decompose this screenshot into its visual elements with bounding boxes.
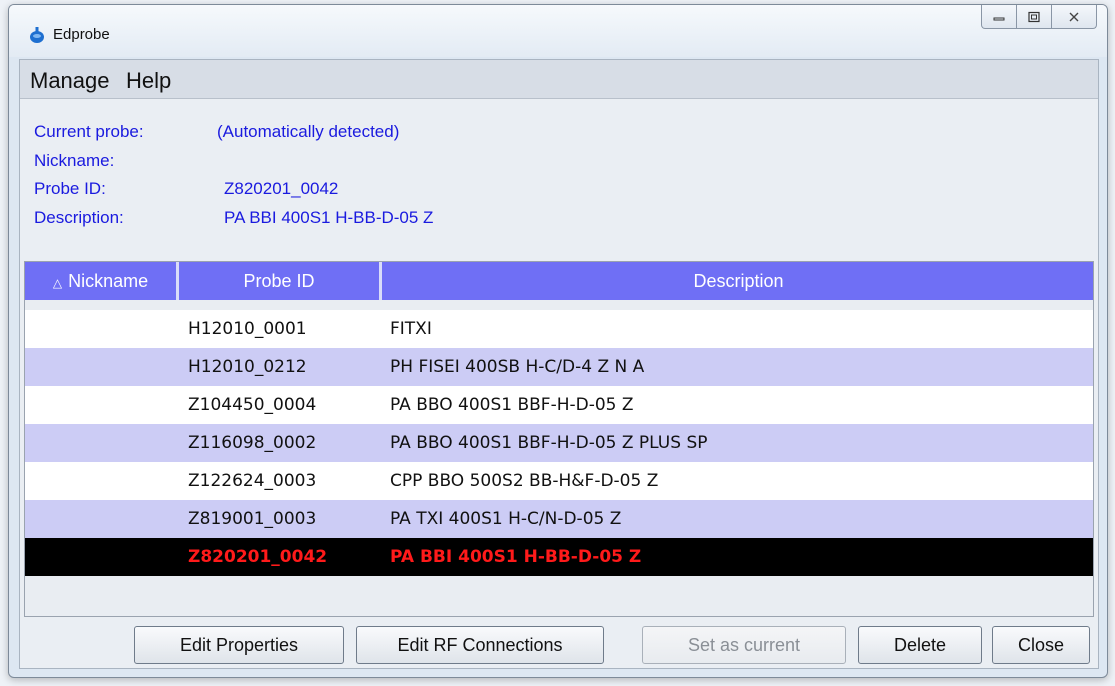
close-window-button[interactable] bbox=[1051, 5, 1097, 29]
cell-probe-id: H12010_0001 bbox=[188, 319, 307, 339]
description-value: PA BBI 400S1 H-BB-D-05 Z bbox=[224, 208, 434, 227]
edprobe-window: Edprobe Manage Help Current probe: (Auto… bbox=[8, 4, 1108, 678]
probe-table: △ Nickname Probe ID Description H12010_00… bbox=[24, 261, 1094, 617]
table-row[interactable]: H12010_0001 FITXI bbox=[25, 310, 1093, 348]
table-row[interactable]: Z819001_0003 PA TXI 400S1 H-C/N-D-05 Z bbox=[25, 500, 1093, 538]
column-label-probe-id: Probe ID bbox=[243, 271, 315, 291]
menu-help[interactable]: Help bbox=[126, 68, 171, 94]
window-controls bbox=[981, 5, 1097, 31]
description-label: Description: bbox=[34, 208, 124, 227]
current-probe-value: (Automatically detected) bbox=[217, 122, 400, 141]
set-as-current-button[interactable]: Set as current bbox=[642, 626, 846, 664]
cell-description: PA TXI 400S1 H-C/N-D-05 Z bbox=[390, 509, 622, 529]
button-bar: Edit Properties Edit RF Connections Set … bbox=[20, 626, 1098, 670]
cell-probe-id: Z116098_0002 bbox=[188, 433, 317, 453]
app-probe-icon bbox=[30, 27, 44, 43]
column-header-nickname[interactable]: △ Nickname bbox=[25, 262, 179, 300]
table-row[interactable]: Z116098_0002 PA BBO 400S1 BBF-H-D-05 Z P… bbox=[25, 424, 1093, 462]
cell-probe-id: Z122624_0003 bbox=[188, 471, 317, 491]
maximize-button[interactable] bbox=[1016, 5, 1052, 29]
maximize-icon bbox=[1028, 11, 1040, 22]
cell-description: PH FISEI 400SB H-C/D-4 Z N A bbox=[390, 357, 645, 377]
edit-rf-connections-button[interactable]: Edit RF Connections bbox=[356, 626, 604, 664]
table-row[interactable]: Z104450_0004 PA BBO 400S1 BBF-H-D-05 Z bbox=[25, 386, 1093, 424]
delete-button[interactable]: Delete bbox=[858, 626, 982, 664]
column-label-description: Description bbox=[693, 271, 784, 291]
minimize-button[interactable] bbox=[981, 5, 1017, 29]
cell-probe-id: Z819001_0003 bbox=[188, 509, 317, 529]
table-row[interactable]: Z122624_0003 CPP BBO 500S2 BB-H&F-D-05 Z bbox=[25, 462, 1093, 500]
cell-probe-id: Z104450_0004 bbox=[188, 395, 317, 415]
table-row[interactable]: H12010_0212 PH FISEI 400SB H-C/D-4 Z N A bbox=[25, 348, 1093, 386]
table-header: △ Nickname Probe ID Description bbox=[25, 262, 1093, 300]
window-title: Edprobe bbox=[53, 26, 110, 43]
title-bar[interactable]: Edprobe bbox=[9, 5, 1107, 57]
probe-id-label: Probe ID: bbox=[34, 179, 106, 198]
column-header-probe-id[interactable]: Probe ID bbox=[179, 262, 382, 300]
cell-description: CPP BBO 500S2 BB-H&F-D-05 Z bbox=[390, 471, 659, 491]
column-label-nickname: Nickname bbox=[68, 271, 149, 291]
probe-id-value: Z820201_0042 bbox=[224, 179, 339, 198]
column-header-description[interactable]: Description bbox=[382, 262, 1093, 300]
cell-description: PA BBI 400S1 H-BB-D-05 Z bbox=[390, 547, 642, 567]
close-button[interactable]: Close bbox=[992, 626, 1090, 664]
minimize-icon bbox=[993, 17, 1005, 20]
sort-ascending-icon: △ bbox=[52, 276, 63, 290]
current-probe-label: Current probe: bbox=[34, 122, 144, 141]
cell-description: FITXI bbox=[390, 319, 432, 339]
menu-manage[interactable]: Manage bbox=[30, 68, 110, 94]
cell-description: PA BBO 400S1 BBF-H-D-05 Z bbox=[390, 395, 634, 415]
cell-description: PA BBO 400S1 BBF-H-D-05 Z PLUS SP bbox=[390, 433, 708, 453]
table-row-selected[interactable]: Z820201_0042 PA BBI 400S1 H-BB-D-05 Z bbox=[25, 538, 1093, 576]
nickname-label: Nickname: bbox=[34, 151, 115, 170]
client-area: Manage Help Current probe: (Automaticall… bbox=[19, 59, 1099, 669]
edit-properties-button[interactable]: Edit Properties bbox=[134, 626, 344, 664]
cell-probe-id: Z820201_0042 bbox=[188, 547, 328, 567]
close-icon bbox=[1069, 12, 1079, 21]
menu-bar: Manage Help bbox=[20, 60, 1098, 99]
cell-probe-id: H12010_0212 bbox=[188, 357, 307, 377]
